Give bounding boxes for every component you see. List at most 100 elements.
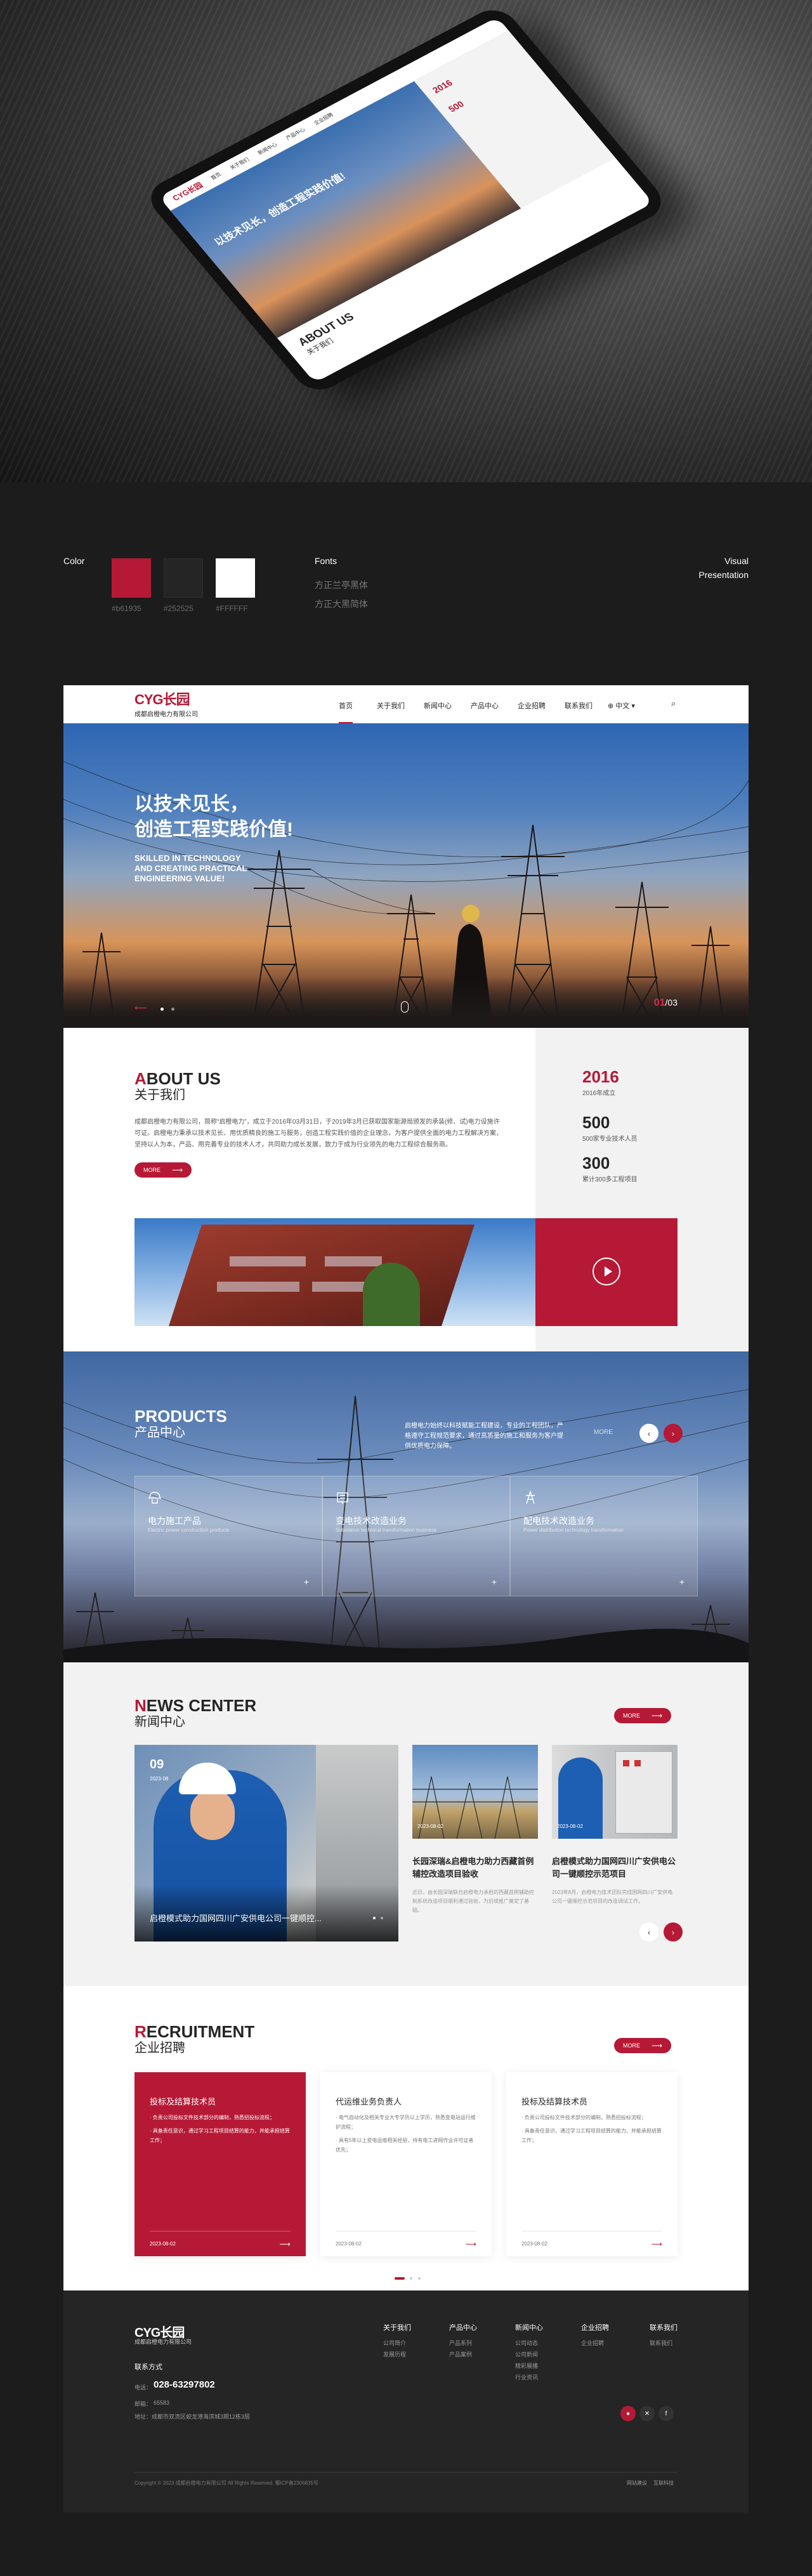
nav-about[interactable]: 关于我们 [377,700,405,711]
nav-home[interactable]: 首页 [339,700,353,723]
footer-phone-label: 电话： [134,2384,152,2391]
facebook-icon[interactable]: f [658,2406,674,2421]
job-card[interactable]: 投标及结算技术员 · 负责公司投标文件技术部分的编制，熟悉招投标流程； · 具备责… [134,2072,306,2256]
footer-link[interactable]: 公司简介 [383,2339,406,2347]
chevron-right-icon: › [671,1927,675,1937]
plus-icon: + [491,1577,497,1587]
job-line: · 具备责任意识，通过学习工程项目结算的能力，并能承担结算工作； [521,2128,662,2143]
swatch-white [216,558,255,598]
job-title: 代运维业务负责人 [336,2097,402,2106]
news-title: NEWS CENTER [134,1697,256,1714]
footer-link[interactable]: 精彩展播 [515,2362,538,2370]
arrow-right-icon[interactable]: ⟶ [280,2240,291,2249]
site-logo[interactable]: CYG长园 成都启橙电力有限公司 [134,693,198,719]
more-label: MORE [623,2042,640,2049]
footer-col-title[interactable]: 产品中心 [449,2322,477,2332]
about-more-button[interactable]: MORE ⟶ [134,1162,192,1178]
nav-products[interactable]: 产品中心 [471,700,499,711]
news-card-date: 2023-08-02 [557,1824,583,1829]
news-more-button[interactable]: MORE ⟶ [614,1708,672,1723]
slider-dot[interactable] [171,1008,174,1011]
news-section: NEWS CENTER 新闻中心 MORE ⟶ 09 2023-08 启橙模式助力国… [63,1662,749,1986]
pager-dot[interactable] [417,2277,421,2280]
next-button[interactable]: › [664,1922,683,1942]
dot[interactable] [381,1917,383,1919]
footer-bottom-link[interactable]: 网站建设 [627,2480,647,2487]
featured-news[interactable]: 09 2023-08 启橙模式助力国网四川广安供电公司一键顺控... [134,1745,398,1942]
featured-news-title: 启橙模式助力国网四川广安供电公司一键顺控... [150,1914,322,1923]
logo-company: 成都启橙电力有限公司 [134,711,198,718]
footer-link[interactable]: 产品案例 [449,2350,472,2358]
wechat-icon[interactable]: ● [620,2406,636,2421]
chevron-left-icon: ‹ [647,1927,651,1937]
footer-link[interactable]: 公司新闻 [515,2350,538,2358]
stat-desc: 500家专业技术人员 [582,1136,638,1143]
about-title: ABOUT US [134,1070,221,1088]
worker-icon [148,1492,161,1504]
swatch-red [112,558,151,598]
footer-bottom-link[interactable]: 互联科技 [653,2480,674,2487]
product-card-en: Substation technical transformation busi… [336,1527,436,1533]
product-card[interactable]: 电力施工产品 Electric power construction produ… [134,1476,322,1596]
job-desc: · 电气自动化及相关专业大专学历以上学历，熟悉变电站运行维护流程； · 具有5年以… [336,2113,476,2155]
website-preview: CYG长园 成都启橙电力有限公司 首页 关于我们 新闻中心 产品中心 企业招聘 … [63,685,749,2513]
about-video-panel[interactable] [535,1218,678,1326]
footer-phone[interactable]: 028-63297802 [154,2379,215,2390]
arrow-right-icon[interactable]: ⟶ [466,2240,476,2249]
footer-col-title[interactable]: 新闻中心 [515,2322,543,2332]
product-card[interactable]: 配电技术改造业务 Power distribution technology t… [510,1476,698,1596]
products-more-link[interactable]: MORE [594,1429,613,1436]
news-card[interactable]: 2023-08-02 长园深瑞&启橙电力助力西藏首例辅控改造项目验收 近日，由长… [412,1745,538,1942]
footer-mail[interactable]: 65583 [154,2400,169,2406]
play-icon[interactable] [593,1258,620,1285]
arrow-right-icon[interactable]: ⟶ [652,2240,662,2249]
news-card[interactable]: 2023-08-02 启橙模式助力国网四川广安供电公司一键顺控示范项目 2023… [552,1745,678,1942]
search-icon[interactable]: ⌕ [671,699,676,709]
dot[interactable] [372,1917,376,1919]
pager-active[interactable] [395,2277,405,2280]
products-section: PRODUCTS 产品中心 启橙电力始终以科技赋能工程建设，专业的工程团队，严格… [63,1351,749,1662]
footer-address: 地址：成都市双流区蛟龙港海滨城3期12栋3层 [134,2414,251,2420]
color-label: Color [63,556,85,566]
job-card[interactable]: 投标及结算技术员 · 负责公司投标文件技术部分的编制，熟悉招投标流程； · 具备责… [506,2072,678,2256]
footer-link[interactable]: 发展历程 [383,2350,406,2358]
product-card[interactable]: 变电技术改造业务 Substation technical transforma… [322,1476,510,1596]
job-date: 2023-08-02 [336,2241,362,2247]
nav-contact[interactable]: 联系我们 [565,700,593,711]
recruitment-more-button[interactable]: MORE ⟶ [614,2038,672,2053]
page-total: /03 [665,997,678,1008]
recruitment-section: RECRUITMENT 企业招聘 MORE ⟶ 投标及结算技术员 · 负责公司投标… [63,1986,749,2290]
next-button[interactable]: › [664,1424,683,1443]
prev-button[interactable]: ‹ [639,1922,658,1942]
footer-link[interactable]: 企业招聘 [581,2339,604,2347]
slider-dot[interactable] [160,1008,164,1011]
tablet-nav-item: 产品中心 [284,127,307,141]
swatch-label: #b61935 [112,604,141,613]
job-title: 投标及结算技术员 [150,2097,216,2106]
footer-link[interactable]: 联系我们 [650,2339,672,2347]
product-card-title: 电力施工产品 [148,1516,201,1526]
footer-link[interactable]: 产品系列 [449,2339,472,2347]
recruitment-pager [395,2271,421,2283]
product-card-title: 配电技术改造业务 [523,1516,594,1526]
prev-arrow-icon[interactable]: ⟵ [134,1002,147,1013]
footer-link[interactable]: 行业资讯 [515,2373,538,2381]
footer-col-title[interactable]: 联系我们 [650,2322,678,2332]
scroll-mouse-icon[interactable] [401,1001,409,1013]
tablet-mockup: CYG长园 首页 关于我们 新闻中心 产品中心 企业招聘 以技术见长，创造工程实… [0,0,812,482]
pager-dot[interactable] [410,2277,413,2280]
footer-col-title[interactable]: 关于我们 [383,2322,411,2332]
footer-link[interactable]: 公司动态 [515,2339,538,2347]
title-rest: BOUT US [146,1069,221,1088]
job-date: 2023-08-02 [521,2241,547,2247]
prev-button[interactable]: ‹ [639,1424,658,1443]
plus-icon: + [679,1577,684,1587]
nav-news[interactable]: 新闻中心 [424,700,452,711]
about-building-image [134,1218,535,1326]
language-switch[interactable]: ⊕ 中文 ▾ [608,700,635,711]
job-card[interactable]: 代运维业务负责人 · 电气自动化及相关专业大专学历以上学历，熟悉变电站运行维护流… [320,2072,492,2256]
nav-recruit[interactable]: 企业招聘 [518,700,546,711]
x-icon[interactable]: ✕ [639,2406,655,2421]
footer-col-title[interactable]: 企业招聘 [581,2322,609,2332]
presentation-label: Presentation [698,570,749,580]
